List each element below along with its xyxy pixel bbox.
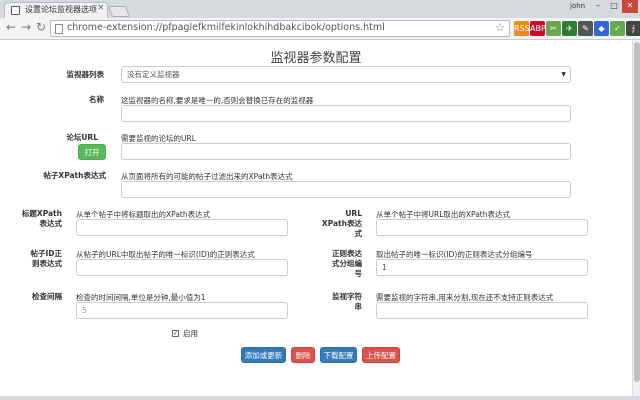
url-xpath-input[interactable] [376, 219, 588, 236]
chevron-down-icon: ▼ [561, 71, 566, 78]
forum-url-input[interactable] [121, 143, 571, 160]
url-xpath-label: URL XPath表达 式 [318, 209, 362, 239]
url-xpath-label-line3: 式 [354, 229, 363, 238]
keywords-label-line2: 串 [354, 302, 363, 311]
new-tab-button[interactable] [107, 6, 131, 17]
url-xpath-label-line2: XPath表达 [321, 219, 362, 228]
extension-icons: RSS ABP ✂ ✈ ✎ ◆ ✓ ∮ [514, 21, 640, 36]
tab-title: 设置论坛监视器选项 [25, 5, 97, 14]
delete-button[interactable]: 删除 [291, 347, 315, 363]
rss-ext-icon[interactable]: RSS [514, 21, 530, 36]
enabled-checkbox[interactable]: ✓ [172, 330, 179, 337]
post-id-regex-label-line1: 帖子ID正 [30, 249, 62, 258]
clip-ext-icon[interactable]: ✂ [546, 21, 561, 36]
regex-group-input[interactable]: 1 [376, 259, 588, 276]
open-url-button[interactable]: 打开 [78, 144, 106, 160]
page-favicon-icon [11, 6, 20, 15]
maximize-icon[interactable]: □ [606, 0, 622, 13]
window-bottom-edge [0, 396, 640, 400]
options-page: 监视器参数配置 监视器列表 没有定义监视器 ▼ 名称 这监视器的名称,要求是唯一… [0, 40, 632, 396]
forum-url-label: 论坛URL [66, 133, 98, 142]
post-id-regex-input[interactable] [76, 259, 288, 276]
keywords-label-line1: 监视字符 [332, 292, 362, 301]
regex-group-label-line3: 号 [354, 269, 363, 278]
close-window-icon[interactable]: ✕ [622, 0, 638, 13]
tab-close-icon[interactable]: × [97, 3, 105, 13]
monitor-list-select[interactable]: 没有定义监视器 ▼ [121, 66, 571, 83]
regex-group-label-line2: 式分组编 [332, 259, 362, 268]
profile-name[interactable]: john [570, 2, 585, 10]
address-bar[interactable]: chrome-extension://pfpaglefkmilfekinlokh… [50, 20, 510, 37]
minimize-icon[interactable]: – [590, 0, 606, 13]
monitor-list-label: 监视器列表 [66, 70, 105, 79]
title-xpath-label: 标题XPath 表达式 [14, 209, 62, 229]
enabled-label: 启用 [183, 329, 198, 338]
regex-group-label: 正则表达 式分组编 号 [318, 249, 362, 279]
check-interval-input[interactable]: 5 [76, 302, 288, 319]
bookmark-star-icon[interactable]: ☆ [495, 21, 505, 34]
page-icon [55, 24, 63, 34]
regex-group-label-line1: 正则表达 [332, 249, 362, 258]
title-xpath-input[interactable] [76, 219, 288, 236]
scrollbar-thumb[interactable] [634, 42, 640, 382]
keywords-label: 监视字符 串 [318, 292, 362, 312]
back-arrow-icon[interactable]: ← [4, 20, 18, 34]
tab-options[interactable]: 设置论坛监视器选项 × [4, 2, 108, 18]
download-config-button[interactable]: 下载配置 [320, 347, 357, 363]
title-xpath-label-line1: 标题XPath [21, 209, 62, 218]
name-input[interactable] [121, 105, 571, 122]
page-scrollbar[interactable] [632, 40, 640, 396]
abp-ext-icon[interactable]: ABP [530, 21, 546, 36]
bird-ext-icon[interactable]: ✈ [562, 21, 577, 36]
pen-ext-icon[interactable]: ✎ [578, 21, 593, 36]
name-label: 名称 [89, 95, 104, 104]
reload-icon[interactable]: ↻ [34, 20, 48, 34]
chrome-menu-icon[interactable]: ≡ [626, 20, 636, 34]
add-update-button[interactable]: 添加或更新 [241, 347, 286, 363]
post-id-regex-label-line2: 则表达式 [32, 259, 62, 268]
cube-ext-icon[interactable]: ◆ [594, 21, 609, 36]
leaf-ext-icon[interactable]: ✓ [610, 21, 625, 36]
title-xpath-label-line2: 表达式 [39, 219, 63, 228]
browser-titlebar: 设置论坛监视器选项 × john – □ ✕ [0, 0, 640, 18]
keywords-input[interactable] [376, 302, 588, 319]
monitor-list-selected: 没有定义监视器 [127, 70, 180, 79]
post-xpath-label: 帖子XPath表达式 [43, 171, 106, 180]
url-text[interactable]: chrome-extension://pfpaglefkmilfekinlokh… [67, 22, 385, 33]
page-title: 监视器参数配置 [270, 51, 362, 66]
check-interval-label: 检查间隔 [32, 292, 62, 301]
post-id-regex-label: 帖子ID正 则表达式 [14, 249, 62, 269]
post-xpath-input[interactable] [121, 181, 571, 198]
browser-toolbar: ← → ↻ chrome-extension://pfpaglefkmilfek… [0, 18, 640, 40]
upload-config-button[interactable]: 上传配置 [362, 347, 400, 363]
url-xpath-label-line1: URL [345, 209, 362, 218]
forward-arrow-icon[interactable]: → [19, 20, 33, 34]
window-controls: – □ ✕ [590, 0, 638, 14]
